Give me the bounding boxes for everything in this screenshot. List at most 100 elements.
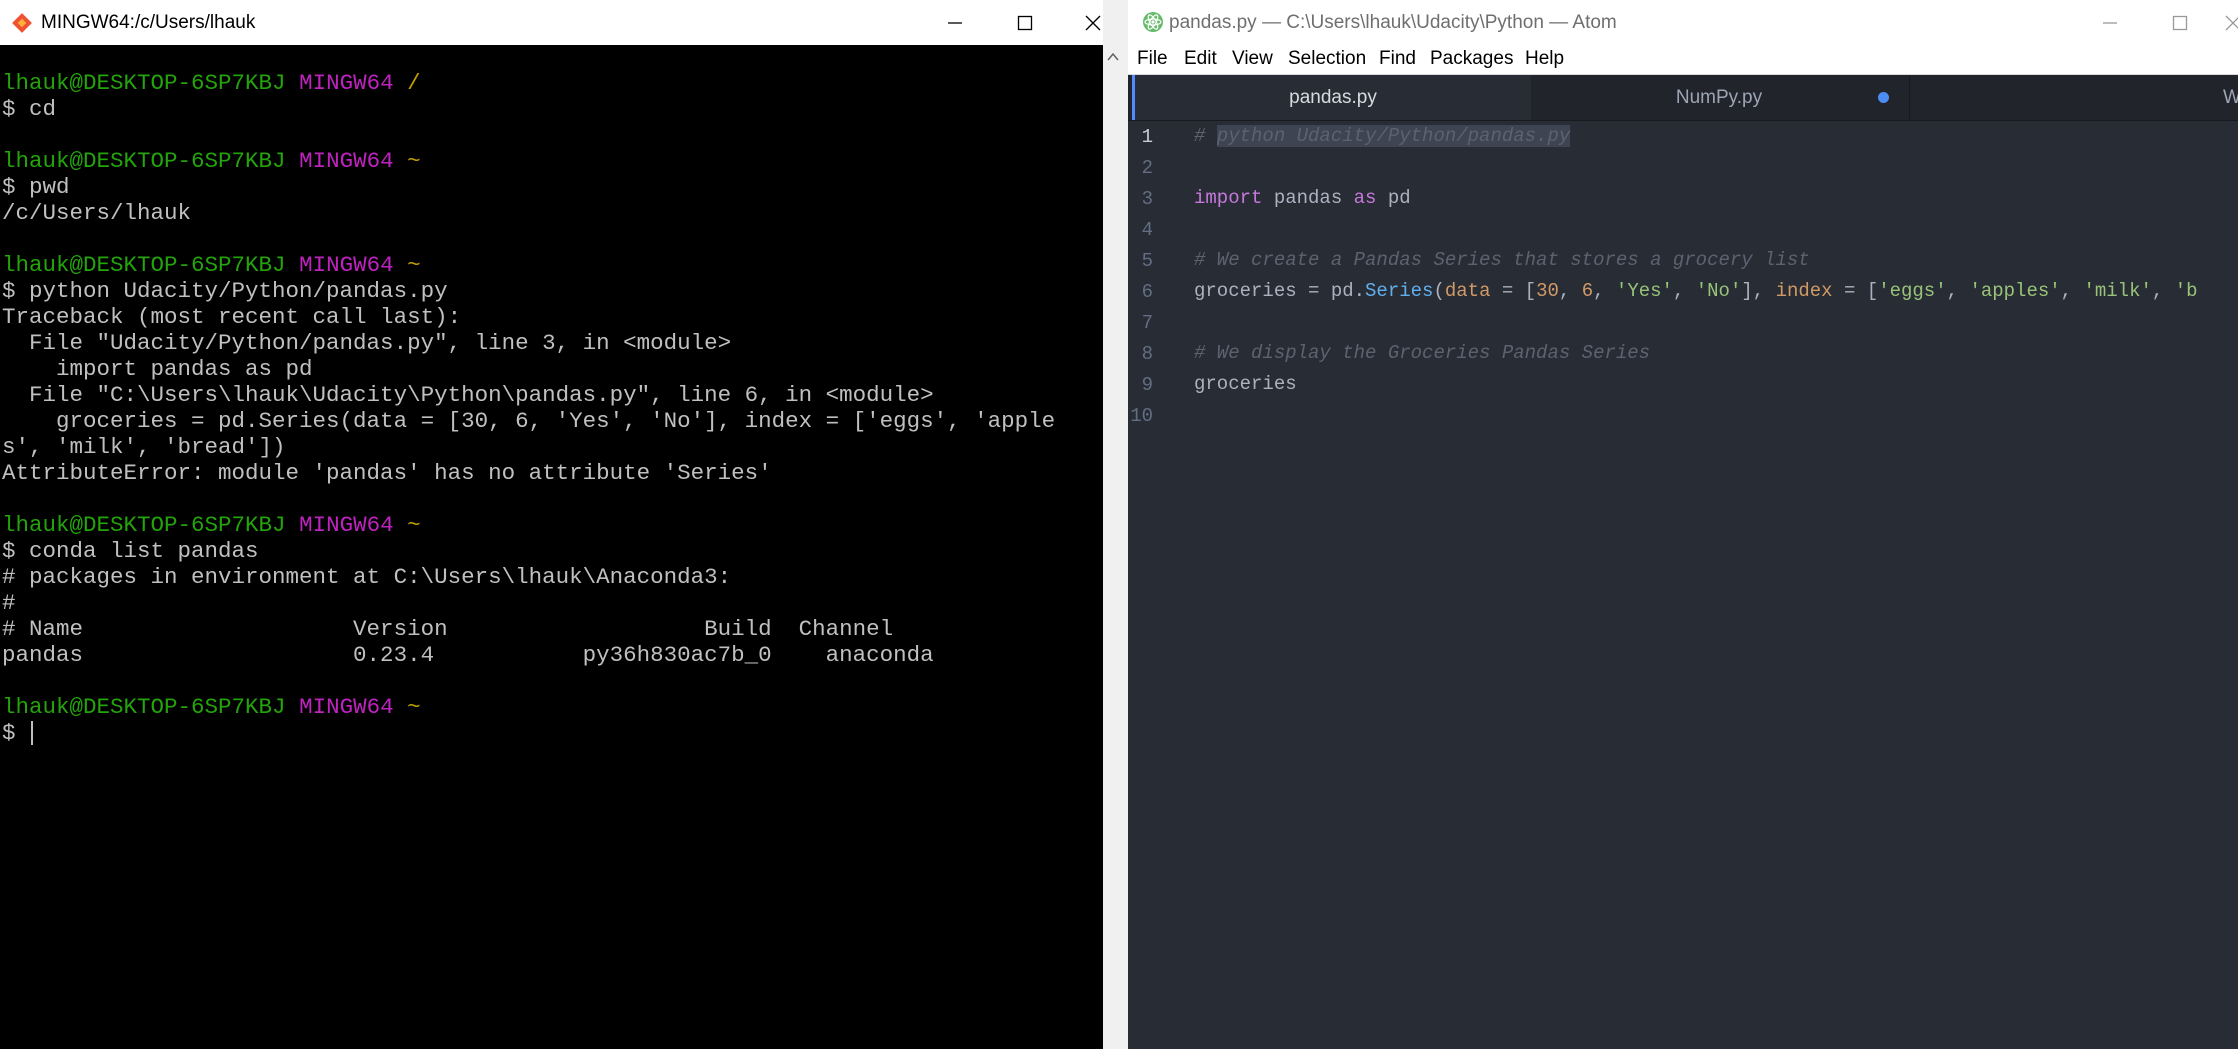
menu-edit[interactable]: Edit: [1184, 48, 1217, 70]
terminal-line: # Name Version Build Channel: [2, 616, 1055, 642]
tab-numpy-py[interactable]: NumPy.py: [1529, 75, 1910, 120]
terminal-text-span: groceries = pd.Series(data = [30, 6, 'Ye…: [2, 408, 1056, 434]
terminal-maximize-button[interactable]: [990, 0, 1060, 45]
code-token: index: [1775, 280, 1833, 302]
menu-selection[interactable]: Selection: [1288, 48, 1366, 70]
code-token: # We display the Groceries Pandas Series: [1194, 342, 1651, 364]
terminal-text-span: pandas 0.23.4 py36h830ac7b_0 anaconda: [2, 642, 934, 668]
close-icon: [2225, 15, 2238, 30]
line-number: 10: [1130, 405, 1153, 427]
terminal-line: pandas 0.23.4 py36h830ac7b_0 anaconda: [2, 642, 1055, 668]
minimize-icon: [2103, 21, 2117, 24]
code-token: ,: [1593, 280, 1616, 302]
terminal-line: lhauk@DESKTOP-6SP7KBJ MINGW64 ~: [2, 252, 1055, 278]
menu-find[interactable]: Find: [1379, 48, 1416, 70]
atom-minimize-button[interactable]: [2075, 0, 2145, 45]
terminal-line: import pandas as pd: [2, 356, 1055, 382]
terminal-text-span: $: [2, 720, 30, 746]
line-number: 2: [1141, 157, 1153, 179]
terminal-title: MINGW64:/c/Users/lhauk: [41, 12, 256, 33]
line-number: 4: [1141, 219, 1153, 241]
code-token: groceries = pd.: [1194, 280, 1366, 302]
line-number: 6: [1141, 281, 1153, 303]
code-token: Series: [1365, 280, 1434, 302]
atom-menubar: File Edit View Selection Find Packages H…: [1128, 45, 2238, 75]
terminal-line: s', 'milk', 'bread']): [2, 434, 1055, 460]
terminal-line: $ python Udacity/Python/pandas.py: [2, 278, 1055, 304]
terminal-text-span: lhauk@DESKTOP-6SP7KBJ: [2, 70, 300, 96]
terminal-line: $: [2, 720, 1055, 746]
terminal-scrollbar[interactable]: [1103, 45, 1123, 1049]
atom-title: pandas.py — C:\Users\lhauk\Udacity\Pytho…: [1169, 12, 1617, 33]
menu-file[interactable]: File: [1137, 48, 1168, 70]
atom-tab-bar: pandas.py NumPy.py W: [1128, 75, 2238, 121]
tab-label: W: [2223, 86, 2238, 108]
terminal-line: AttributeError: module 'pandas' has no a…: [2, 460, 1055, 486]
line-number-gutter[interactable]: 1 2 3 4 5 6 7 8 9 10: [1128, 121, 1188, 1049]
code-token: python Udacity/Python/pandas.py: [1216, 125, 1571, 147]
menu-view[interactable]: View: [1232, 48, 1273, 70]
tab-label: NumPy.py: [1675, 86, 1763, 108]
terminal-line: lhauk@DESKTOP-6SP7KBJ MINGW64 ~: [2, 512, 1055, 538]
code-token: = [: [1490, 280, 1537, 302]
code-line: groceries = pd.Series(data = [30, 6, 'Ye…: [1194, 276, 2198, 307]
line-number: 1: [1141, 126, 1153, 148]
code-line: groceries: [1194, 369, 1297, 400]
terminal-text-span: /: [407, 70, 421, 96]
menu-packages[interactable]: Packages: [1430, 48, 1513, 70]
terminal-line: groceries = pd.Series(data = [30, 6, 'Ye…: [2, 408, 1055, 434]
terminal-text-span: $ conda list pandas: [2, 538, 259, 564]
code-token: 'b: [2174, 280, 2198, 302]
terminal-minimize-button[interactable]: [920, 0, 990, 45]
text-cursor: [31, 721, 34, 746]
atom-window: pandas.py — C:\Users\lhauk\Udacity\Pytho…: [1128, 0, 2238, 1049]
terminal-text-span: /c/Users/lhauk: [2, 200, 192, 226]
code-token: import: [1194, 187, 1263, 209]
terminal-text-span: $ pwd: [2, 174, 70, 200]
terminal-text-span: #: [2, 590, 16, 616]
terminal-line: $ cd: [2, 96, 1055, 122]
terminal-text-span: ~: [407, 148, 421, 174]
terminal-line: $ conda list pandas: [2, 538, 1055, 564]
terminal-line: Traceback (most recent call last):: [2, 304, 1055, 330]
terminal-text-span: AttributeError: module 'pandas' has no a…: [2, 460, 772, 486]
code-token: #: [1194, 125, 1217, 147]
code-editor[interactable]: # python Udacity/Python/pandas.py import …: [1194, 121, 2238, 1049]
tab-label: pandas.py: [1289, 86, 1377, 108]
terminal-close-button[interactable]: [1058, 0, 1103, 45]
modified-dot-icon: [1878, 92, 1889, 103]
terminal-line: $ pwd: [2, 174, 1055, 200]
menu-help[interactable]: Help: [1525, 48, 1564, 70]
atom-close-button[interactable]: [2198, 0, 2238, 45]
code-token: 6: [1581, 280, 1594, 302]
code-token: pandas: [1262, 187, 1354, 209]
code-token: ,: [2060, 280, 2084, 302]
code-token: ,: [1672, 280, 1696, 302]
code-token: groceries: [1194, 373, 1297, 395]
terminal-text-span: MINGW64: [299, 70, 408, 96]
tab-pandas-py[interactable]: pandas.py: [1132, 75, 1531, 120]
tab-partial[interactable]: W: [2223, 75, 2238, 120]
code-token: 30: [1536, 280, 1559, 302]
line-number: 9: [1141, 374, 1153, 396]
code-line: # python Udacity/Python/pandas.py: [1194, 121, 1571, 152]
code-line: # We display the Groceries Pandas Series: [1194, 338, 1650, 369]
terminal-text-span: MINGW64: [299, 694, 408, 720]
terminal-line: #: [2, 590, 1055, 616]
code-token: as: [1353, 187, 1377, 209]
maximize-icon: [2172, 15, 2188, 30]
terminal-line: File "Udacity/Python/pandas.py", line 3,…: [2, 330, 1055, 356]
atom-titlebar[interactable]: pandas.py — C:\Users\lhauk\Udacity\Pytho…: [1128, 0, 2238, 45]
scroll-up-arrow-icon[interactable]: [1107, 52, 1119, 62]
code-token: ],: [1741, 280, 1776, 302]
terminal-text: lhauk@DESKTOP-6SP7KBJ MINGW64 /$ cd lhauk…: [2, 70, 1055, 746]
terminal-line: File "C:\Users\lhauk\Udacity\Python\pand…: [2, 382, 1055, 408]
code-token: data: [1444, 280, 1491, 302]
terminal-titlebar[interactable]: MINGW64:/c/Users/lhauk: [0, 0, 1103, 46]
terminal-text-span: MINGW64: [299, 512, 408, 538]
terminal-text-span: import pandas as pd: [2, 356, 313, 382]
